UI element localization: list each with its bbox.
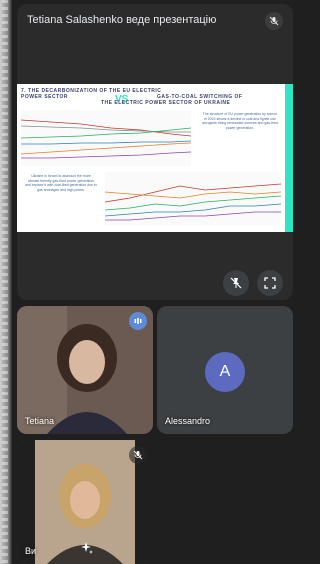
slide-ua-text: Ukraine is forced to abandon the more cl… (25, 174, 97, 192)
participant-name: Alessandro (165, 416, 211, 426)
audio-level-icon (129, 312, 147, 330)
left-edge-strip (0, 0, 12, 564)
presentation-tile[interactable]: Tetiana Salashenko веде презентацію 7. T… (17, 4, 293, 300)
participant-name: Tetiana (25, 416, 55, 426)
participant-tile-tetiana[interactable]: Tetiana (17, 306, 153, 434)
mic-off-icon (129, 446, 147, 464)
slide-heading-left-2: POWER SECTOR (21, 94, 69, 100)
mic-off-icon (265, 12, 283, 30)
pin-off-icon (230, 277, 242, 289)
participant-tile-self[interactable]: Ви (17, 440, 153, 564)
participant-tile-alessandro[interactable]: A Alessandro (157, 306, 293, 434)
ua-generation-chart (105, 172, 281, 226)
fullscreen-button[interactable] (257, 270, 283, 296)
eu-generation-chart (21, 110, 191, 166)
unpin-button[interactable] (223, 270, 249, 296)
avatar: A (205, 352, 245, 392)
presenter-title: Tetiana Salashenko веде презентацію (27, 14, 217, 26)
visual-effects-icon[interactable] (79, 540, 95, 556)
slide-accent-bar (285, 84, 293, 232)
slide-heading-right-2: THE ELECTRIC POWER SECTOR OF UKRAINE (101, 100, 231, 106)
slide-eu-text: The structure of EU power generation by … (201, 112, 279, 130)
participant-name: Ви (25, 546, 37, 556)
shared-slide: 7. THE DECARBONIZATION OF THE EU ELECTRI… (17, 84, 293, 232)
fullscreen-icon (264, 277, 276, 289)
